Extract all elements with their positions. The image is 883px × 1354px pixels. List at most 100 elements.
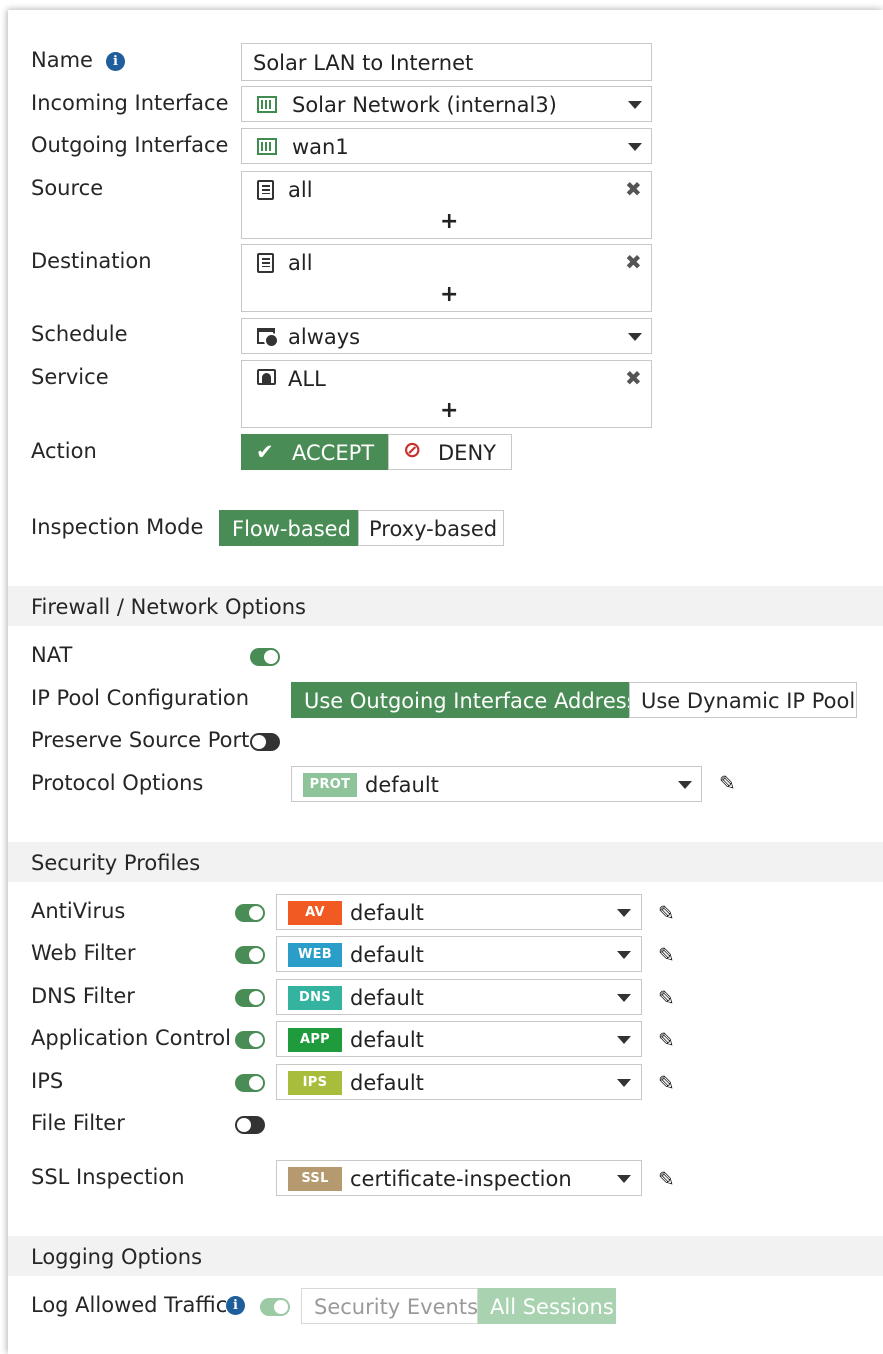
deny-label: DENY (438, 441, 496, 465)
source-field[interactable]: all ✖ + (241, 171, 652, 239)
accept-label: ACCEPT (292, 441, 375, 465)
security-events-button[interactable]: Security Events (301, 1288, 478, 1324)
ssl-inspection-value: certificate-inspection (350, 1167, 572, 1191)
dns-filter-value: default (350, 986, 424, 1010)
ssl-inspection-select[interactable]: SSL certificate-inspection (276, 1160, 642, 1196)
application-control-select[interactable]: APP default (276, 1021, 642, 1057)
service-label: Service (31, 365, 109, 389)
application-control-value: default (350, 1028, 424, 1052)
web-filter-label: Web Filter (31, 941, 136, 965)
source-value: all (288, 178, 313, 202)
schedule-select[interactable]: always (241, 318, 652, 354)
add-service-button[interactable]: + (440, 398, 458, 423)
deny-button[interactable]: ⊘ DENY (388, 434, 512, 470)
incoming-interface-value: Solar Network (internal3) (292, 93, 557, 117)
destination-label: Destination (31, 249, 152, 273)
security-events-label: Security Events (314, 1295, 479, 1319)
remove-icon[interactable]: ✖ (625, 250, 642, 274)
address-icon (257, 180, 274, 200)
ips-label: IPS (31, 1069, 64, 1093)
nat-label: NAT (31, 643, 73, 667)
schedule-label: Schedule (31, 322, 128, 346)
preserve-source-port-label: Preserve Source Port (31, 728, 250, 752)
application-control-toggle[interactable] (235, 1031, 265, 1049)
outgoing-interface-select[interactable]: wan1 (241, 128, 652, 164)
proxy-based-label: Proxy-based (369, 517, 498, 541)
log-allowed-traffic-label: Log Allowed Traffic (31, 1293, 228, 1317)
chevron-down-icon (628, 143, 642, 151)
use-dynamic-ip-pool-button[interactable]: Use Dynamic IP Pool (629, 682, 857, 718)
firewall-section-title: Firewall / Network Options (31, 595, 306, 619)
inspection-mode-label: Inspection Mode (31, 515, 204, 539)
all-sessions-button[interactable]: All Sessions (478, 1288, 616, 1324)
deny-icon: ⊘ (403, 438, 422, 463)
dns-filter-select[interactable]: DNS default (276, 979, 642, 1015)
chevron-down-icon (628, 101, 642, 109)
remove-icon[interactable]: ✖ (625, 177, 642, 201)
antivirus-label: AntiVirus (31, 899, 126, 923)
flow-based-button[interactable]: Flow-based (219, 510, 358, 546)
schedule-value: always (288, 325, 361, 349)
chevron-down-icon (617, 951, 631, 959)
edit-web-filter-icon[interactable]: ✎ (658, 943, 675, 967)
use-outgoing-interface-button[interactable]: Use Outgoing Interface Address (291, 682, 638, 718)
ips-value: default (350, 1071, 424, 1095)
preserve-source-port-toggle[interactable] (250, 733, 280, 751)
antivirus-select[interactable]: AV default (276, 894, 642, 930)
ips-badge: IPS (288, 1071, 342, 1095)
web-filter-toggle[interactable] (235, 946, 265, 964)
use-dynamic-ip-pool-label: Use Dynamic IP Pool (641, 689, 856, 713)
antivirus-badge: AV (288, 901, 342, 925)
chevron-down-icon (617, 1175, 631, 1183)
web-filter-select[interactable]: WEB default (276, 936, 642, 972)
web-filter-value: default (350, 943, 424, 967)
proxy-based-button[interactable]: Proxy-based (358, 510, 504, 546)
ips-toggle[interactable] (235, 1074, 265, 1092)
check-icon: ✔ (256, 440, 274, 464)
edit-ips-icon[interactable]: ✎ (658, 1071, 675, 1095)
info-icon[interactable]: i (106, 52, 125, 71)
file-filter-label: File Filter (31, 1111, 125, 1135)
file-filter-toggle[interactable] (235, 1116, 265, 1134)
edit-protocol-options-icon[interactable]: ✎ (719, 771, 736, 795)
antivirus-value: default (350, 901, 424, 925)
add-source-button[interactable]: + (440, 209, 458, 234)
protocol-options-value: default (365, 773, 439, 797)
chevron-down-icon (617, 1079, 631, 1087)
add-destination-button[interactable]: + (440, 282, 458, 307)
nat-toggle[interactable] (250, 648, 280, 666)
service-field[interactable]: ALL ✖ + (241, 360, 652, 428)
edit-ssl-inspection-icon[interactable]: ✎ (658, 1167, 675, 1191)
logging-section-title: Logging Options (31, 1245, 203, 1269)
destination-value: all (288, 251, 313, 275)
ssl-inspection-label: SSL Inspection (31, 1165, 185, 1189)
ip-pool-label: IP Pool Configuration (31, 686, 250, 710)
antivirus-toggle[interactable] (235, 904, 265, 922)
chevron-down-icon (617, 994, 631, 1002)
flow-based-label: Flow-based (232, 517, 351, 541)
ips-select[interactable]: IPS default (276, 1064, 642, 1100)
name-input[interactable]: Solar LAN to Internet (241, 43, 652, 81)
action-label: Action (31, 439, 97, 463)
edit-application-control-icon[interactable]: ✎ (658, 1028, 675, 1052)
accept-button[interactable]: ✔ ACCEPT (241, 434, 388, 470)
incoming-interface-select[interactable]: Solar Network (internal3) (241, 86, 652, 122)
schedule-icon (257, 328, 279, 348)
protocol-options-select[interactable]: PROT default (291, 766, 702, 802)
info-icon[interactable]: i (226, 1296, 245, 1315)
name-label: Name (31, 48, 93, 72)
source-label: Source (31, 176, 104, 200)
address-icon (257, 253, 274, 273)
protocol-options-label: Protocol Options (31, 771, 204, 795)
all-sessions-label: All Sessions (490, 1295, 614, 1319)
remove-icon[interactable]: ✖ (625, 366, 642, 390)
destination-field[interactable]: all ✖ + (241, 244, 652, 312)
log-allowed-traffic-toggle[interactable] (260, 1298, 290, 1316)
edit-antivirus-icon[interactable]: ✎ (658, 901, 675, 925)
dns-filter-toggle[interactable] (235, 989, 265, 1007)
application-control-badge: APP (288, 1028, 342, 1052)
chevron-down-icon (617, 1036, 631, 1044)
network-interface-icon (257, 138, 277, 155)
edit-dns-filter-icon[interactable]: ✎ (658, 986, 675, 1010)
security-section-header: Security Profiles (8, 842, 883, 882)
